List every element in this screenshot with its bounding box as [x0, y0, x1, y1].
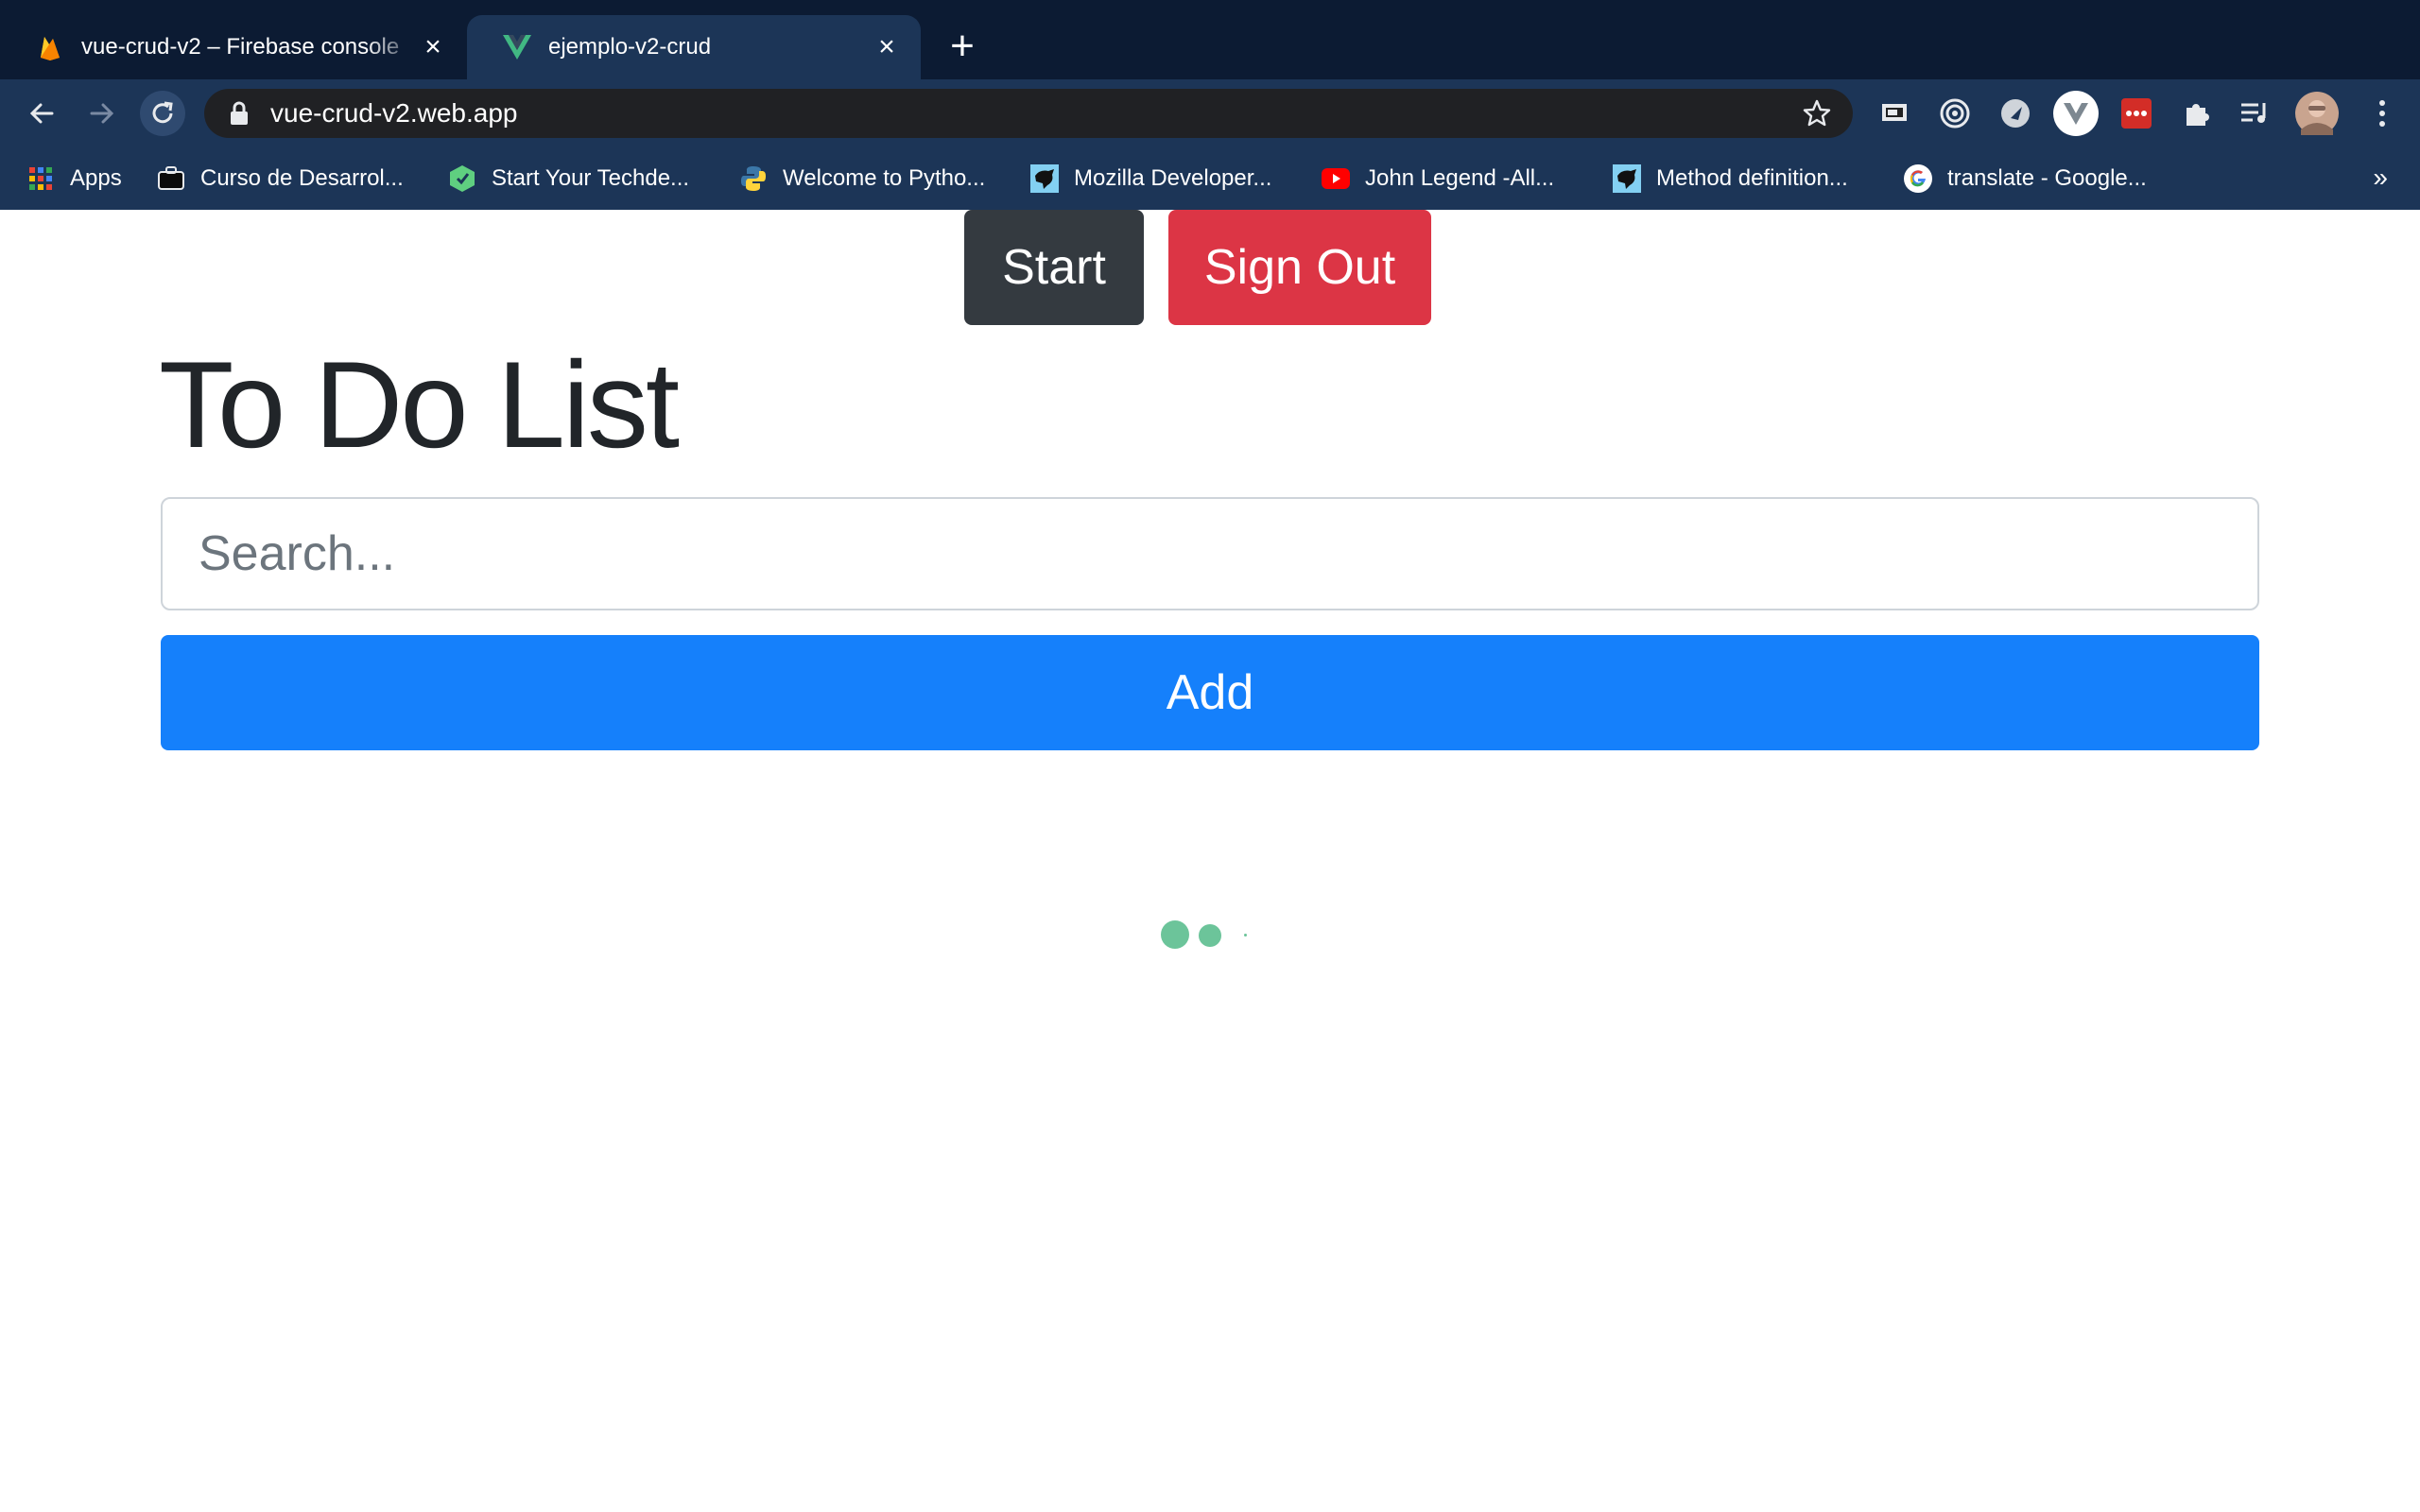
lastpass-icon[interactable]	[2118, 94, 2155, 132]
bookmark-mozilla[interactable]: Mozilla Developer...	[1030, 147, 1271, 210]
tab-firebase-console[interactable]: vue-crud-v2 – Firebase console ×	[0, 15, 467, 79]
extensions-puzzle-icon[interactable]	[2178, 94, 2216, 132]
bookmark-techdegree[interactable]: Start Your Techde...	[448, 147, 689, 210]
bookmark-label: Apps	[70, 165, 122, 191]
bookmark-label: John Legend -All...	[1365, 165, 1555, 191]
bookmark-label: Welcome to Pytho...	[783, 165, 986, 191]
bookmark-curso[interactable]: Curso de Desarrol...	[157, 147, 404, 210]
sign-out-button[interactable]: Sign Out	[1168, 210, 1431, 325]
page-title: To Do List	[159, 335, 680, 473]
star-icon[interactable]	[1802, 98, 1832, 129]
bookmark-label: Curso de Desarrol...	[200, 165, 404, 191]
techdegree-icon	[448, 164, 476, 193]
compass-icon[interactable]	[1996, 94, 2034, 132]
address-bar[interactable]: vue-crud-v2.web.app	[204, 89, 1853, 138]
start-button[interactable]: Start	[964, 210, 1144, 325]
page-content: Start Sign Out To Do List Add	[0, 210, 2420, 1512]
apps-grid-icon	[26, 164, 55, 193]
tab-strip: vue-crud-v2 – Firebase console × ejemplo…	[0, 0, 2420, 79]
close-tab-icon[interactable]: ×	[420, 33, 446, 61]
loader-dot	[1244, 934, 1247, 936]
bookmark-method-definition[interactable]: Method definition...	[1613, 147, 1848, 210]
vue-icon	[503, 33, 531, 61]
menu-kebab-icon[interactable]	[2363, 94, 2401, 132]
forward-button[interactable]	[79, 91, 125, 136]
bookmark-icon	[157, 164, 185, 193]
screen-cast-icon[interactable]	[1876, 94, 1913, 132]
mdn-icon	[1613, 164, 1641, 193]
target-icon[interactable]	[1936, 94, 1974, 132]
bookmark-apps[interactable]: Apps	[26, 147, 122, 210]
new-tab-button[interactable]: +	[943, 26, 981, 67]
close-tab-icon[interactable]: ×	[873, 33, 900, 61]
bookmark-label: Mozilla Developer...	[1074, 165, 1272, 191]
arrow-right-icon	[90, 103, 114, 124]
bookmark-translate[interactable]: translate - Google...	[1904, 147, 2147, 210]
bookmark-john-legend[interactable]: John Legend -All...	[1322, 147, 1554, 210]
bookmark-python[interactable]: Welcome to Pytho...	[739, 147, 985, 210]
loader-dot	[1199, 924, 1221, 947]
python-icon	[739, 164, 768, 193]
more-bookmarks-chevron-icon[interactable]: »	[2373, 163, 2388, 193]
bookmark-label: translate - Google...	[1947, 165, 2147, 191]
youtube-icon	[1322, 164, 1350, 193]
arrow-left-icon	[29, 103, 54, 124]
reload-button[interactable]	[140, 91, 185, 136]
bookmark-label: Start Your Techde...	[492, 165, 690, 191]
bookmark-label: Method definition...	[1656, 165, 1848, 191]
loader-dot	[1161, 920, 1189, 949]
bookmarks-bar: Apps Curso de Desarrol... Start Your Tec…	[0, 147, 2420, 210]
mdn-icon	[1030, 164, 1059, 193]
browser-toolbar: vue-crud-v2.web.app	[0, 79, 2420, 147]
tab-title: vue-crud-v2 – Firebase console	[81, 34, 400, 60]
vue-devtools-icon[interactable]	[2053, 91, 2099, 136]
tab-ejemplo-v2-crud[interactable]: ejemplo-v2-crud ×	[467, 15, 921, 79]
loading-spinner	[1157, 919, 1270, 956]
firebase-icon	[36, 33, 64, 61]
add-button[interactable]: Add	[161, 635, 2259, 750]
reload-icon	[152, 101, 173, 124]
tab-title: ejemplo-v2-crud	[548, 34, 712, 60]
back-button[interactable]	[19, 91, 64, 136]
url-text: vue-crud-v2.web.app	[270, 98, 518, 128]
search-input[interactable]	[161, 497, 2259, 610]
google-icon	[1904, 164, 1932, 193]
avatar[interactable]	[2295, 92, 2339, 135]
media-queue-icon[interactable]	[2237, 94, 2274, 132]
lock-icon	[231, 101, 248, 125]
